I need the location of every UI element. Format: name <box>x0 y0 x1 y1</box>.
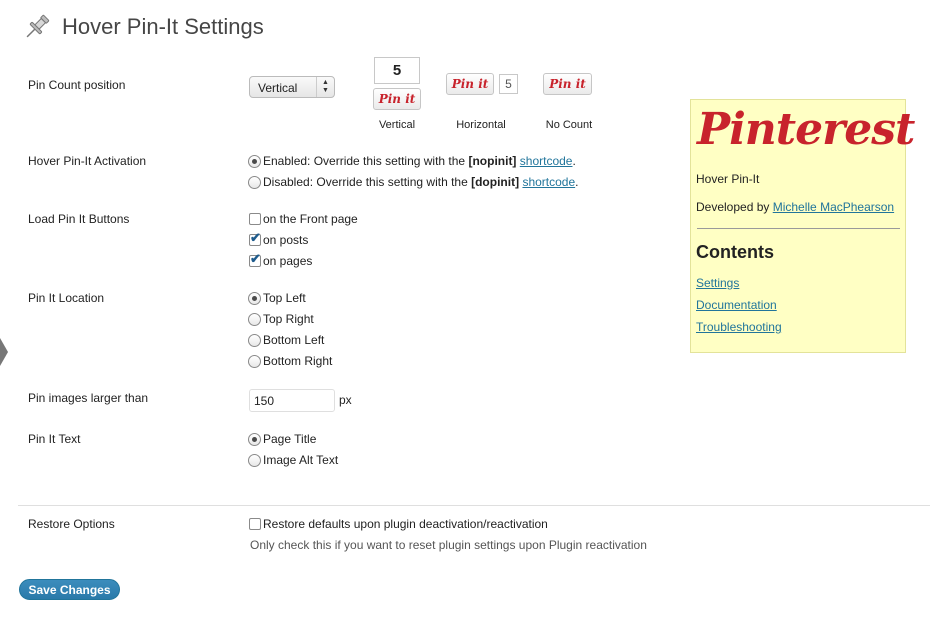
location-bottom-left-label: Bottom Left <box>263 333 325 347</box>
min-size-input[interactable] <box>249 389 335 412</box>
location-bottom-right-label: Bottom Right <box>263 354 333 368</box>
pin-count-position-label: Pin Count position <box>28 78 126 92</box>
activation-label: Hover Pin-It Activation <box>28 154 147 168</box>
plugin-info-sidebar: Pinterest Hover Pin-It Developed by Mich… <box>690 99 915 353</box>
collapse-arrow-icon[interactable] <box>0 338 8 366</box>
sidebar-plugin-name: Hover Pin-It <box>696 172 760 186</box>
page-title: Hover Pin-It Settings <box>62 14 264 39</box>
pinterest-logo: Pinterest <box>697 104 915 155</box>
pages-label: on pages <box>263 254 313 268</box>
checkmark-icon: ✔ <box>250 230 261 245</box>
no-count-caption: No Count <box>545 119 593 131</box>
checkmark-icon: ✔ <box>250 251 261 266</box>
load-buttons-label: Load Pin It Buttons <box>28 212 130 226</box>
pin-text-page-title-label: Page Title <box>263 432 317 446</box>
vertical-pin-it-button: Pin it <box>373 88 421 110</box>
pin-text-page-title-radio[interactable] <box>248 433 261 446</box>
location-label: Pin It Location <box>28 291 105 305</box>
activation-enabled-label: Enabled: Override this setting with the … <box>263 154 576 168</box>
front-page-checkbox[interactable] <box>249 213 261 225</box>
pin-text-label: Pin It Text <box>28 432 81 446</box>
restore-defaults-checkbox[interactable] <box>249 518 261 530</box>
section-divider <box>18 505 930 506</box>
restore-label: Restore Options <box>28 517 115 531</box>
horizontal-caption: Horizontal <box>456 119 506 131</box>
pages-checkbox[interactable]: ✔ <box>249 251 261 267</box>
developer-link[interactable]: Michelle MacPhearson <box>773 200 894 214</box>
location-top-left-label: Top Left <box>263 291 306 305</box>
location-top-right-label: Top Right <box>263 312 314 326</box>
settings-link[interactable]: Settings <box>696 276 739 290</box>
vertical-caption: Vertical <box>378 119 416 131</box>
select-value: Vertical <box>258 81 298 95</box>
activation-disabled-label: Disabled: Override this setting with the… <box>263 175 579 189</box>
shortcode-link[interactable]: shortcode <box>520 154 573 168</box>
no-count-pin-it-button: Pin it <box>543 73 592 95</box>
horizontal-pin-it-button: Pin it <box>446 73 494 95</box>
activation-enabled-radio[interactable] <box>248 155 261 168</box>
save-changes-button[interactable]: Save Changes <box>19 579 120 600</box>
pin-text-alt-text-radio[interactable] <box>248 454 261 467</box>
restore-note: Only check this if you want to reset plu… <box>250 538 647 552</box>
shortcode-link[interactable]: shortcode <box>522 175 575 189</box>
min-size-unit: px <box>339 393 352 407</box>
pin-text-alt-text-label: Image Alt Text <box>263 453 339 467</box>
vertical-count-box: 5 <box>374 57 420 84</box>
min-size-label: Pin images larger than <box>28 391 149 405</box>
location-bottom-left-radio[interactable] <box>248 334 261 347</box>
horizontal-count-box: 5 <box>499 74 518 94</box>
location-top-left-radio[interactable] <box>248 292 261 305</box>
front-page-label: on the Front page <box>263 212 358 226</box>
posts-label: on posts <box>263 233 309 247</box>
documentation-link[interactable]: Documentation <box>696 298 777 312</box>
location-bottom-right-radio[interactable] <box>248 355 261 368</box>
contents-heading: Contents <box>696 242 774 262</box>
sidebar-divider <box>697 228 900 229</box>
sidebar-developed-by: Developed by Michelle MacPhearson <box>696 200 895 214</box>
activation-disabled-radio[interactable] <box>248 176 261 189</box>
pushpin-icon <box>22 12 52 42</box>
select-arrows-icon: ▲ ▼ <box>316 77 334 97</box>
troubleshooting-link[interactable]: Troubleshooting <box>696 320 782 334</box>
restore-defaults-label: Restore defaults upon plugin deactivatio… <box>263 517 548 531</box>
posts-checkbox[interactable]: ✔ <box>249 230 261 246</box>
location-top-right-radio[interactable] <box>248 313 261 326</box>
pin-count-position-select[interactable]: Vertical ▲ ▼ <box>249 76 335 98</box>
